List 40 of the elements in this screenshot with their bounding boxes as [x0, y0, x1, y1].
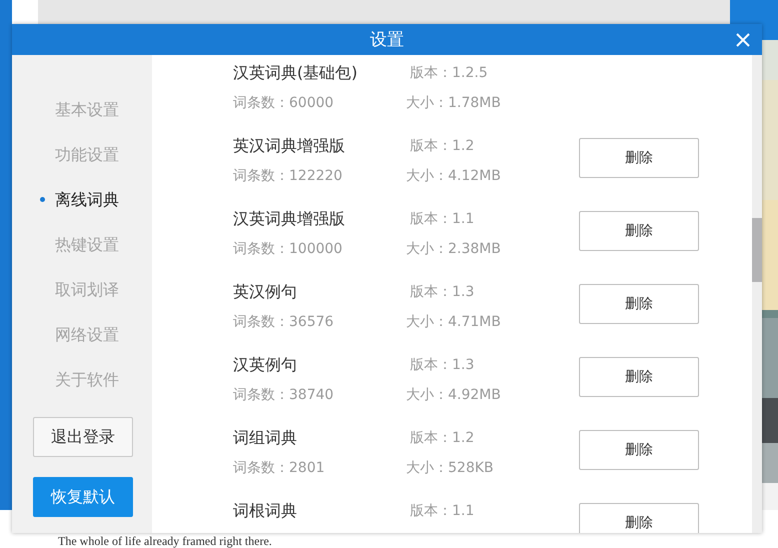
delete-button[interactable]: 删除	[579, 430, 699, 470]
delete-button[interactable]: 删除	[579, 357, 699, 397]
dictionary-name: 汉英例句	[233, 354, 298, 376]
close-icon[interactable]	[735, 32, 751, 48]
article-text: The whole of life already framed right there.	[58, 534, 272, 548]
entry-count: 词条数：2801	[233, 459, 326, 477]
delete-button[interactable]: 删除	[579, 138, 699, 178]
dictionary-size: 大小：4.92MB	[406, 386, 501, 404]
dictionary-name: 词组词典	[233, 428, 298, 448]
dictionary-version: 版本：1.3	[410, 356, 474, 374]
entry-count: 词条数：100000	[233, 240, 344, 258]
delete-button[interactable]: 删除	[579, 211, 699, 251]
delete-button[interactable]: 删除	[579, 503, 699, 533]
scrollbar[interactable]	[752, 55, 762, 533]
dictionary-name: 英汉例句	[233, 282, 298, 302]
dictionary-name: 英汉词典增强版	[233, 136, 346, 156]
dictionary-name: 汉英词典(基础包)	[233, 62, 358, 84]
active-dot-icon	[40, 197, 45, 202]
entry-count: 词条数：38740	[233, 386, 335, 404]
dictionary-size: 大小：2.38MB	[406, 240, 501, 258]
entry-count: 词条数：36576	[233, 313, 335, 331]
dialog-title: 设置	[370, 29, 404, 51]
dictionary-size: 大小：1.78MB	[406, 94, 501, 112]
dictionary-version: 版本：1.2	[410, 137, 474, 155]
dictionary-version: 版本：1.3	[410, 283, 474, 301]
entry-count: 词条数：122220	[233, 167, 344, 185]
dictionary-version: 版本：1.2	[410, 429, 474, 447]
dictionary-size: 大小：4.71MB	[406, 313, 501, 331]
logout-button[interactable]: 退出登录	[33, 417, 133, 457]
dictionary-version: 版本：1.1	[410, 210, 474, 228]
dictionary-name: 汉英词典增强版	[233, 208, 346, 230]
dictionary-name: 词根词典	[233, 500, 298, 522]
dictionary-size: 大小：4.12MB	[406, 167, 501, 185]
delete-button[interactable]: 删除	[579, 284, 699, 324]
dictionary-size: 大小：528KB	[406, 459, 494, 477]
restore-defaults-button[interactable]: 恢复默认	[33, 477, 133, 517]
dictionary-version: 版本：1.2.5	[410, 64, 488, 82]
entry-count: 词条数：60000	[233, 94, 335, 112]
dictionary-version: 版本：1.1	[410, 502, 474, 520]
sidebar-item[interactable]: 离线词典	[12, 177, 119, 222]
